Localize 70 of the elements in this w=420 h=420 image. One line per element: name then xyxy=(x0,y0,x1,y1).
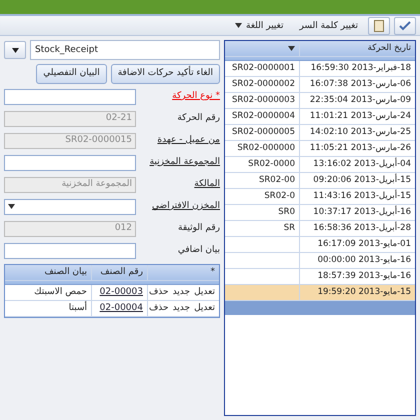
select-field[interactable] xyxy=(4,198,136,214)
row-action-link[interactable]: جديد xyxy=(172,300,190,316)
field-link[interactable]: المخزن الافتراضي xyxy=(140,200,220,214)
caret-icon xyxy=(235,23,242,28)
table-cell: SR02-0000002 xyxy=(232,79,295,89)
table-cell: 16-مايو-2013 00:00:00 xyxy=(299,253,415,269)
table-cell: SR02-00 xyxy=(258,175,295,185)
table-cell: 26-مارس-2013 11:05:21 xyxy=(299,141,415,157)
table-cell: SR02-0000 xyxy=(248,159,295,169)
check-icon xyxy=(399,20,411,30)
field-link[interactable]: * نوع الحركة xyxy=(140,90,220,104)
table-cell: حمص الاسبتك xyxy=(5,284,91,300)
check-button[interactable] xyxy=(394,16,416,34)
table-cell: 01-مايو-2013 16:17:09 xyxy=(299,237,415,253)
table-cell: أسبتا xyxy=(5,300,91,316)
field-link[interactable]: المالكة xyxy=(140,178,220,192)
table-cell: 16-أبريل-2013 10:37:17 xyxy=(299,205,415,221)
field-label: رقم الوثيقة xyxy=(177,222,220,235)
readonly-field: المجموعة المخزنية xyxy=(4,176,136,192)
input-field[interactable] xyxy=(4,88,136,104)
table-cell: SR02-0000005 xyxy=(232,127,295,137)
row-action-link[interactable]: تعديل xyxy=(194,284,215,300)
table-cell: 24-مارس-2013 11:01:21 xyxy=(299,109,415,125)
table-cell: 06-مارس-2013 16:07:38 xyxy=(299,77,415,93)
table-cell: SR02-0000003 xyxy=(232,95,295,105)
table-row[interactable]: 01-مايو-2013 16:17:09 xyxy=(225,237,415,253)
document-icon xyxy=(374,20,384,32)
input-field[interactable] xyxy=(4,242,136,258)
table-cell: 04-أبريل-2013 13:16:02 xyxy=(299,157,415,173)
table-cell: 15-أبريل-2013 11:43:16 xyxy=(299,189,415,205)
row-action-link[interactable]: جديد xyxy=(172,284,190,300)
table-row[interactable]: 16-مايو-2013 00:00:00 xyxy=(225,253,415,269)
table-cell: 09-مارس-2013 22:35:04 xyxy=(299,93,415,109)
document-button[interactable] xyxy=(368,16,390,34)
field-link[interactable]: المجموعة المخزنية xyxy=(140,156,220,170)
field-link[interactable]: من عميل - عهدة xyxy=(140,134,220,148)
table-cell: SR0 xyxy=(278,207,295,217)
row-action-link[interactable]: حذف xyxy=(148,300,169,316)
field-label: رقم الحركة xyxy=(176,112,220,125)
dropdown-button[interactable] xyxy=(4,41,26,59)
form-title: Stock_Receipt xyxy=(30,40,220,60)
field-label: بيان اضافي xyxy=(176,244,220,257)
table-cell: SR02-0 xyxy=(264,191,295,201)
readonly-field: SR02-0000015 xyxy=(4,132,136,148)
row-action-link[interactable]: حذف xyxy=(148,284,169,300)
table-cell: 18-فبراير-2013 16:59:30 xyxy=(299,61,415,77)
input-field[interactable] xyxy=(4,154,136,170)
table-cell: 25-مارس-2013 14:02:10 xyxy=(299,125,415,141)
item-number-link[interactable]: 02-00004 xyxy=(100,302,143,312)
item-number-link[interactable]: 02-00003 xyxy=(100,286,143,296)
new-row-marker: * xyxy=(210,266,215,278)
row-action-link[interactable]: تعديل xyxy=(194,300,215,316)
column-header[interactable]: رقم الصنف xyxy=(91,264,147,280)
action-button[interactable]: البيان التفصيلي xyxy=(36,64,107,84)
action-button[interactable]: الغاء تأكيد حركات الاضافة xyxy=(110,64,220,84)
table-cell: 15-أبريل-2013 09:20:06 xyxy=(299,173,415,189)
menu-item[interactable]: تغيير كلمة السر xyxy=(294,16,364,36)
table-cell: 28-أبريل-2013 16:58:36 xyxy=(299,221,415,237)
menu-item[interactable]: تغيير اللغة xyxy=(229,16,290,36)
table-row[interactable]: 15-مايو-2013 19:59:20 xyxy=(225,285,415,301)
caret-icon xyxy=(288,46,295,51)
readonly-field: 012 xyxy=(4,220,136,236)
table-cell: SR02-000000 xyxy=(237,143,295,153)
table-cell: SR02-0000001 xyxy=(232,63,295,73)
caret-icon xyxy=(8,204,15,209)
caret-icon xyxy=(12,48,18,52)
table-cell: SR02-0000004 xyxy=(232,111,295,121)
readonly-field: 02-21 xyxy=(4,110,136,126)
table-cell: SR xyxy=(284,223,295,233)
column-header[interactable]: بيان الصنف xyxy=(5,264,91,280)
